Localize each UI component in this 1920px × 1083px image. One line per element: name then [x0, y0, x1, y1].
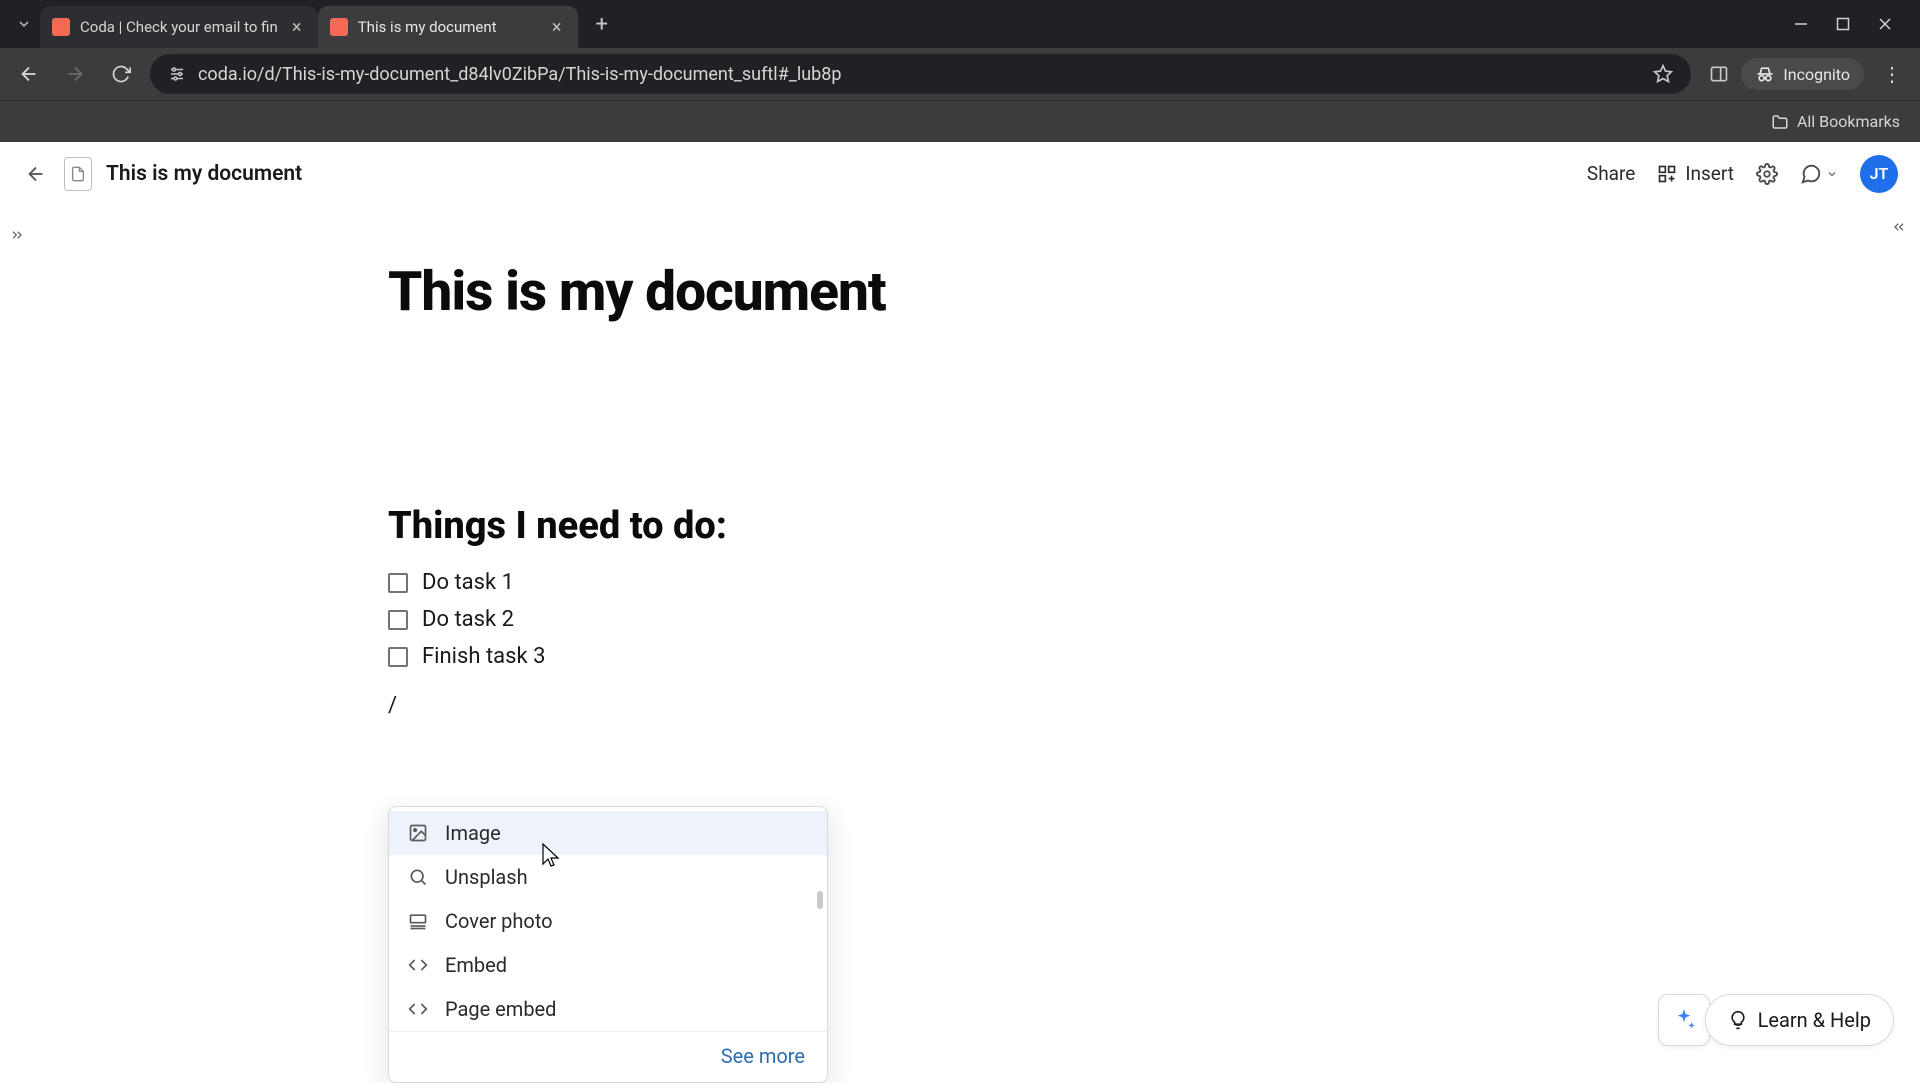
folder-icon: [1771, 113, 1789, 131]
task-list: Do task 1 Do task 2 Finish task 3: [388, 570, 1920, 669]
comment-icon: [1800, 163, 1822, 185]
app-header: This is my document Share Insert JT: [0, 142, 1920, 206]
task-text[interactable]: Do task 2: [422, 607, 514, 632]
share-button[interactable]: Share: [1587, 162, 1635, 185]
code-icon: [407, 954, 429, 976]
menu-item-embed[interactable]: Embed: [389, 943, 827, 987]
all-bookmarks-label: All Bookmarks: [1797, 112, 1900, 131]
grid-plus-icon: [1657, 164, 1677, 184]
gear-icon: [1756, 163, 1778, 185]
task-row[interactable]: Finish task 3: [388, 644, 1920, 669]
task-text[interactable]: Do task 1: [422, 570, 514, 595]
site-settings-icon[interactable]: [168, 65, 186, 83]
search-icon: [407, 866, 429, 888]
task-text[interactable]: Finish task 3: [422, 644, 545, 669]
ai-assistant-button[interactable]: [1658, 994, 1710, 1046]
all-bookmarks-button[interactable]: All Bookmarks: [1771, 112, 1900, 131]
minimize-button[interactable]: [1794, 17, 1808, 31]
page-title[interactable]: This is my document: [388, 260, 1920, 324]
document-icon[interactable]: [64, 157, 92, 191]
menu-item-image[interactable]: Image: [389, 811, 827, 855]
doc-name[interactable]: This is my document: [106, 162, 302, 186]
bookmark-bar: All Bookmarks: [0, 100, 1920, 142]
slash-menu: Image Unsplash Cover photo Embed: [388, 806, 828, 1083]
coda-app: This is my document Share Insert JT This…: [0, 142, 1920, 1080]
back-button[interactable]: [12, 57, 46, 91]
menu-item-label: Page embed: [445, 997, 556, 1021]
image-icon: [407, 822, 429, 844]
insert-button[interactable]: Insert: [1657, 162, 1734, 185]
code-icon: [407, 998, 429, 1020]
learn-help-label: Learn & Help: [1758, 1008, 1871, 1032]
sparkle-icon: [1671, 1007, 1697, 1033]
incognito-label: Incognito: [1783, 65, 1850, 84]
browser-tab-1[interactable]: Coda | Check your email to fin ×: [40, 6, 318, 48]
scrollbar-thumb[interactable]: [817, 891, 823, 909]
chevron-down-icon: [1826, 168, 1838, 180]
incognito-icon: [1755, 64, 1775, 84]
url-text: coda.io/d/This-is-my-document_d84lv0ZibP…: [198, 64, 1641, 85]
app-header-right: Share Insert JT: [1587, 155, 1898, 193]
new-tab-button[interactable]: +: [586, 8, 618, 40]
tab-title: Coda | Check your email to fin: [80, 18, 278, 36]
browser-menu-button[interactable]: ⋮: [1876, 62, 1908, 86]
browser-tab-2[interactable]: This is my document ×: [318, 6, 578, 48]
comments-button[interactable]: [1800, 163, 1838, 185]
forward-button[interactable]: [58, 57, 92, 91]
menu-item-label: Cover photo: [445, 909, 553, 933]
menu-item-unsplash[interactable]: Unsplash: [389, 855, 827, 899]
reload-button[interactable]: [104, 57, 138, 91]
section-heading[interactable]: Things I need to do:: [388, 504, 1920, 548]
learn-help-button[interactable]: Learn & Help: [1705, 994, 1894, 1046]
menu-item-page-embed[interactable]: Page embed: [389, 987, 827, 1031]
checkbox[interactable]: [388, 610, 408, 630]
menu-item-label: Embed: [445, 953, 507, 977]
app-back-button[interactable]: [22, 160, 50, 188]
task-row[interactable]: Do task 2: [388, 607, 1920, 632]
close-window-button[interactable]: [1878, 17, 1892, 31]
tab-bar: Coda | Check your email to fin × This is…: [0, 0, 1920, 48]
task-row[interactable]: Do task 1: [388, 570, 1920, 595]
page-body: This is my document Things I need to do:…: [0, 206, 1920, 718]
window-controls: [1794, 17, 1912, 31]
tab-title: This is my document: [358, 18, 538, 36]
menu-item-cover-photo[interactable]: Cover photo: [389, 899, 827, 943]
menu-item-label: Unsplash: [445, 865, 528, 889]
slash-menu-list: Image Unsplash Cover photo Embed: [389, 811, 827, 1031]
browser-chrome: Coda | Check your email to fin × This is…: [0, 0, 1920, 142]
tab-close-button[interactable]: ×: [548, 18, 566, 36]
cover-photo-icon: [407, 910, 429, 932]
menu-item-label: Image: [445, 821, 501, 845]
see-more-button[interactable]: See more: [389, 1031, 827, 1082]
incognito-badge[interactable]: Incognito: [1741, 58, 1864, 90]
checkbox[interactable]: [388, 573, 408, 593]
favicon-icon: [52, 18, 70, 36]
avatar[interactable]: JT: [1860, 155, 1898, 193]
lightbulb-icon: [1728, 1010, 1748, 1030]
address-bar: coda.io/d/This-is-my-document_d84lv0ZibP…: [0, 48, 1920, 100]
tab-search-button[interactable]: [8, 8, 40, 40]
url-field[interactable]: coda.io/d/This-is-my-document_d84lv0ZibP…: [150, 54, 1691, 94]
bookmark-star-icon[interactable]: [1653, 64, 1673, 84]
settings-button[interactable]: [1756, 163, 1778, 185]
tab-close-button[interactable]: ×: [288, 18, 306, 36]
favicon-icon: [330, 18, 348, 36]
checkbox[interactable]: [388, 647, 408, 667]
slash-command-input[interactable]: /: [388, 693, 1920, 718]
side-panel-icon[interactable]: [1709, 64, 1729, 84]
maximize-button[interactable]: [1836, 17, 1850, 31]
